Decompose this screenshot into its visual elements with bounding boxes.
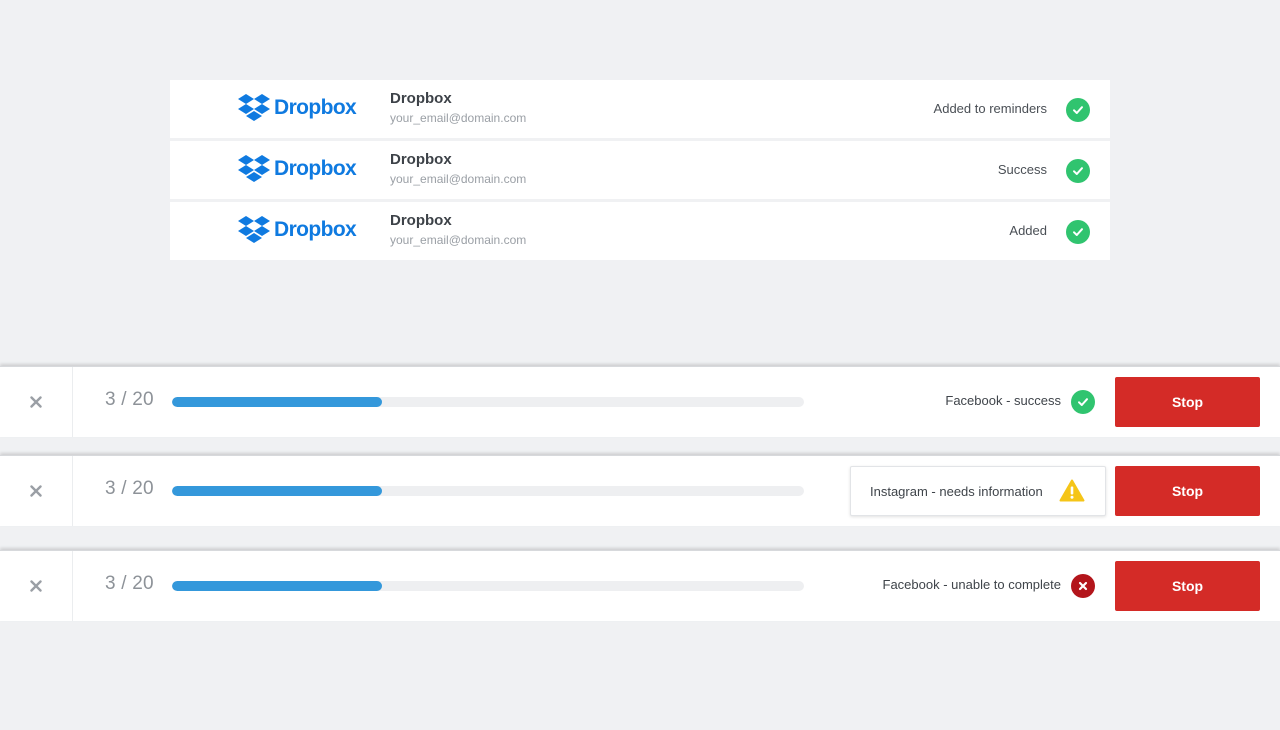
close-button[interactable] <box>0 551 73 621</box>
stop-button[interactable]: Stop <box>1115 466 1260 516</box>
check-icon <box>1066 159 1090 183</box>
progress-counter: 3 / 20 <box>105 389 154 410</box>
check-icon <box>1066 98 1090 122</box>
error-icon <box>1071 574 1095 598</box>
account-status: Added <box>1009 223 1047 238</box>
close-icon <box>30 580 42 592</box>
progress-fill <box>172 397 383 407</box>
dropbox-logo: Dropbox <box>238 215 357 245</box>
warning-icon <box>1059 479 1085 502</box>
dropbox-wordmark: Dropbox <box>274 96 357 119</box>
stop-button[interactable]: Stop <box>1115 561 1260 611</box>
task-progress-bar: 3 / 20 Facebook - unable to complete Sto… <box>0 550 1280 621</box>
needs-information-notice[interactable]: Instagram - needs information <box>850 466 1106 516</box>
close-icon <box>30 485 42 497</box>
account-row: Dropbox Dropbox your_email@domain.com Su… <box>170 141 1110 199</box>
check-icon <box>1071 390 1095 414</box>
stop-button[interactable]: Stop <box>1115 377 1260 427</box>
check-icon <box>1066 220 1090 244</box>
dropbox-logo: Dropbox <box>238 93 357 123</box>
dropbox-wordmark: Dropbox <box>274 218 357 241</box>
dropbox-box-icon <box>238 94 270 121</box>
task-progress-bar: 3 / 20 Facebook - success Stop <box>0 366 1280 437</box>
account-status: Success <box>997 162 1047 177</box>
task-progress-bar: 3 / 20 Instagram - needs information Sto… <box>0 455 1280 526</box>
progress-track <box>172 581 804 591</box>
dropbox-wordmark: Dropbox <box>274 157 357 180</box>
account-email: your_email@domain.com <box>390 172 527 186</box>
account-email: your_email@domain.com <box>390 111 527 125</box>
progress-track <box>172 397 804 407</box>
task-status: Facebook - unable to complete <box>882 577 1062 592</box>
account-name: Dropbox <box>390 212 452 229</box>
close-button[interactable] <box>0 367 73 437</box>
progress-fill <box>172 486 383 496</box>
task-status: Instagram - needs information <box>870 484 1043 499</box>
account-list: Dropbox Dropbox your_email@domain.com Ad… <box>170 80 1110 263</box>
progress-counter: 3 / 20 <box>105 573 154 594</box>
progress-counter: 3 / 20 <box>105 478 154 499</box>
dropbox-box-icon <box>238 216 270 243</box>
account-status: Added to reminders <box>933 101 1047 116</box>
close-button[interactable] <box>0 456 73 526</box>
close-icon <box>30 396 42 408</box>
progress-track <box>172 486 804 496</box>
account-name: Dropbox <box>390 90 452 107</box>
dropbox-box-icon <box>238 155 270 182</box>
account-email: your_email@domain.com <box>390 233 527 247</box>
task-status: Facebook - success <box>945 393 1061 408</box>
account-row: Dropbox Dropbox your_email@domain.com Ad… <box>170 202 1110 260</box>
dropbox-logo: Dropbox <box>238 154 357 184</box>
account-name: Dropbox <box>390 151 452 168</box>
account-row: Dropbox Dropbox your_email@domain.com Ad… <box>170 80 1110 138</box>
progress-fill <box>172 581 383 591</box>
